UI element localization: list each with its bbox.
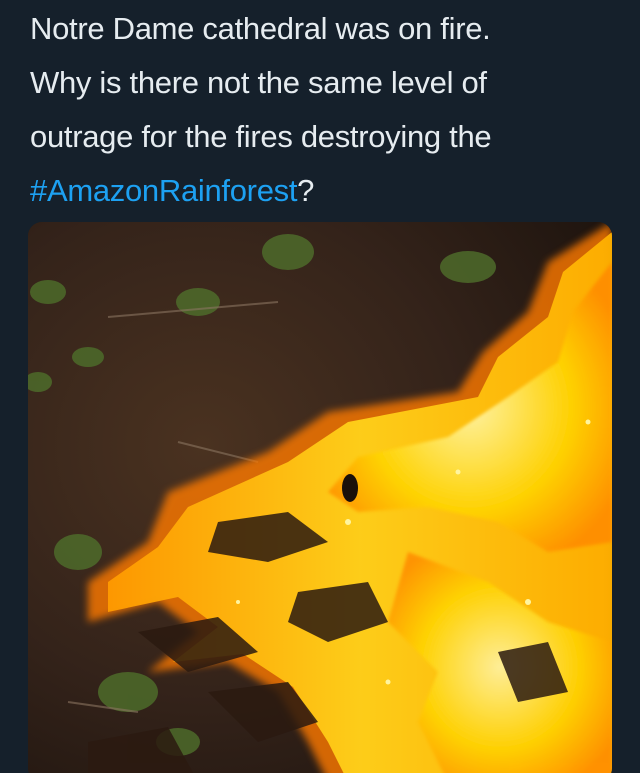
tweet-text-line-2: Why is there not the same level of — [30, 65, 487, 100]
tweet-text-line-1: Notre Dame cathedral was on fire. — [30, 11, 491, 46]
question-mark: ? — [297, 173, 315, 208]
tweet-text: Notre Dame cathedral was on fire. Why is… — [30, 2, 620, 218]
tweet-card: Notre Dame cathedral was on fire. Why is… — [0, 0, 640, 773]
tweet-media[interactable] — [28, 222, 612, 773]
hashtag-link[interactable]: #AmazonRainforest — [30, 173, 297, 208]
wildfire-photo — [28, 222, 612, 773]
tweet-text-line-3: outrage for the fires destroying the — [30, 119, 492, 154]
tweet-text-line-4: #AmazonRainforest? — [30, 164, 620, 218]
animal-silhouette — [342, 474, 358, 502]
